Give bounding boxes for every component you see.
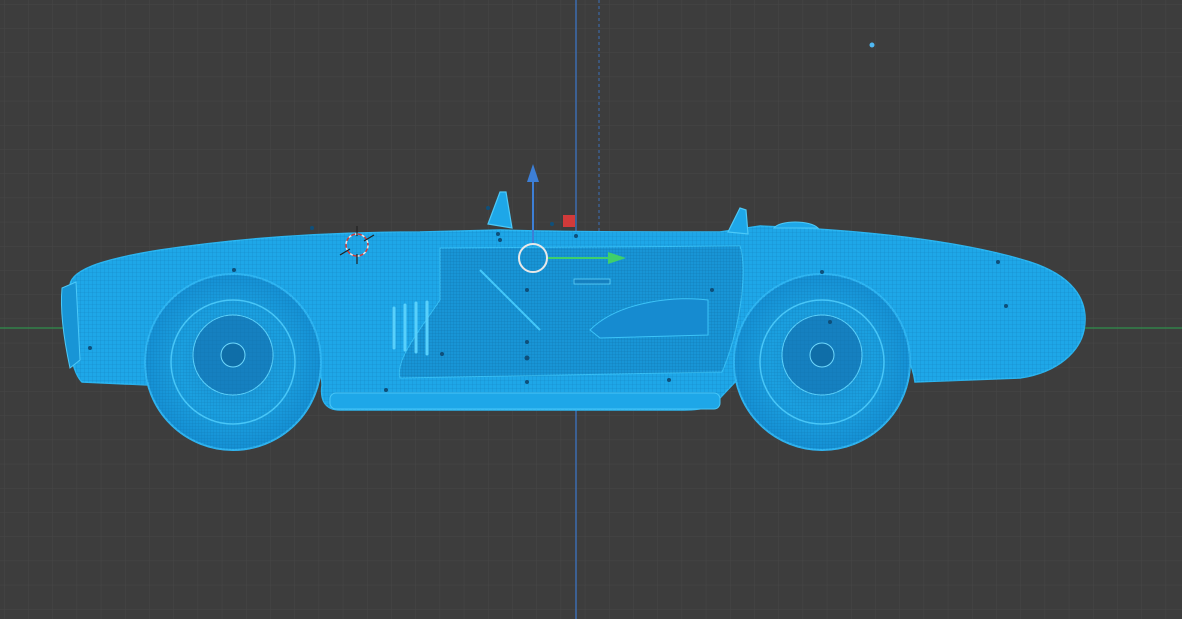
gizmo-xz-plane-handle[interactable]: [563, 215, 575, 227]
viewport-canvas[interactable]: [0, 0, 1182, 619]
front-wheel: [144, 273, 322, 451]
rocker-panel: [329, 392, 721, 410]
light-point-icon[interactable]: [869, 42, 875, 48]
rear-wheel: [733, 273, 911, 451]
door-handle: [573, 278, 611, 285]
3d-viewport[interactable]: [0, 0, 1182, 619]
